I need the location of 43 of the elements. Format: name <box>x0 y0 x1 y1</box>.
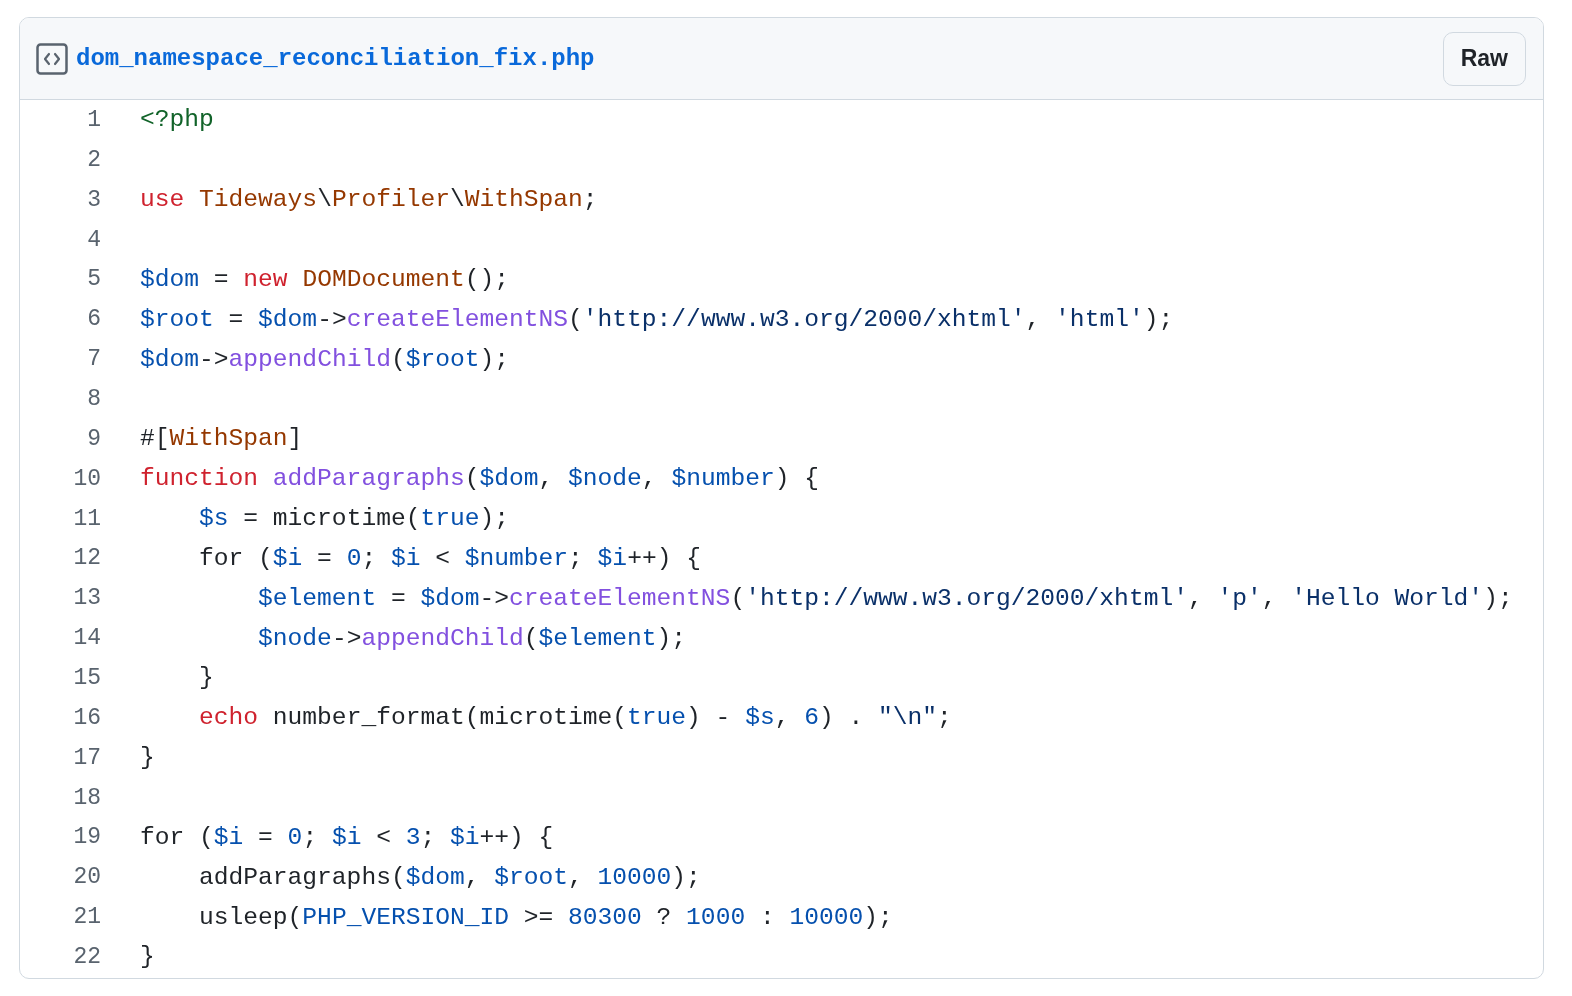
code-line: echo number_format(microtime(true) - $s, 6) . "\n"; <box>198 704 952 732</box>
code-line: use Tideways\Profiler\WithSpan; <box>140 186 598 214</box>
line-number: 3 <box>86 186 101 213</box>
code-line: for ($i = 0; $i < 3; $i++) { <box>140 823 554 851</box>
line-number: 5 <box>86 266 101 293</box>
line-number: 11 <box>72 505 101 532</box>
code-line: } <box>140 943 155 971</box>
line-number: 22 <box>72 943 101 970</box>
line-number: 15 <box>72 664 101 691</box>
line-number: 4 <box>86 226 101 253</box>
code-line: } <box>140 744 155 772</box>
line-number: 20 <box>72 864 101 891</box>
line-number: 12 <box>72 545 101 572</box>
line-number: 16 <box>72 704 101 731</box>
code-line: } <box>198 664 214 692</box>
line-number: 17 <box>72 744 101 771</box>
code-file-icon <box>36 42 68 75</box>
code-line: <?php <box>140 106 214 134</box>
code-line: $s = microtime(true); <box>198 505 509 532</box>
code-line: #[WithSpan] <box>140 425 303 453</box>
line-number: 9 <box>86 425 101 452</box>
line-number: 19 <box>72 824 101 851</box>
line-number: 6 <box>86 306 101 333</box>
code-line: $root = $dom->createElementNS('http://www.w3.org/2000/xhtml', 'html'); <box>140 305 1174 333</box>
line-number: 7 <box>86 346 101 373</box>
code-line: addParagraphs($dom, $root, 10000); <box>198 863 701 891</box>
line-number: 14 <box>72 625 101 652</box>
code-line: $dom->appendChild($root); <box>140 345 510 373</box>
line-number: 1 <box>86 106 101 133</box>
code-line: $dom = new DOMDocument(); <box>140 265 509 293</box>
code-line: usleep(PHP_VERSION_ID >= 80300 ? 1000 : 10000); <box>198 903 893 931</box>
code-line: for ($i = 0; $i < $number; $i++) { <box>198 544 701 572</box>
file-name-link[interactable]: dom_namespace_reconciliation_fix.php <box>76 45 595 72</box>
code-line: $element = $dom->createElementNS('http://www.w3.org/2000/xhtml', 'p', 'Hello World'); <box>257 584 1513 612</box>
line-number: 10 <box>72 465 101 492</box>
code-line: function addParagraphs($dom, $node, $number) { <box>140 465 819 493</box>
line-number: 13 <box>72 585 101 612</box>
raw-button[interactable]: Raw <box>1442 31 1526 86</box>
line-number: 21 <box>72 904 101 931</box>
line-number: 18 <box>72 784 101 811</box>
code-line: $node->appendChild($element); <box>257 624 687 652</box>
line-number: 2 <box>86 146 101 173</box>
line-number: 8 <box>86 385 101 412</box>
